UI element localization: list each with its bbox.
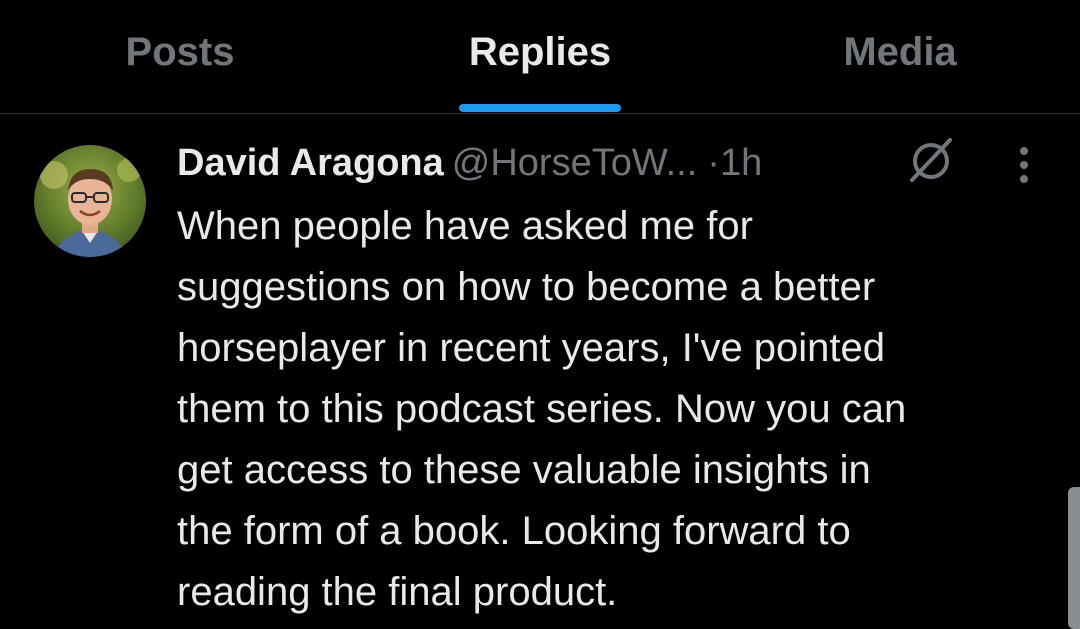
tab-replies-label: Replies	[468, 30, 612, 74]
scrollbar[interactable]	[1068, 487, 1080, 629]
more-options-icon[interactable]	[1006, 143, 1042, 187]
active-tab-indicator	[459, 104, 621, 112]
separator-dot: ·	[707, 142, 720, 184]
tab-media[interactable]: Media	[780, 0, 1020, 114]
tab-posts-label: Posts	[125, 30, 235, 74]
tweet-text: When people have asked me for suggestion…	[177, 204, 907, 614]
tab-replies[interactable]: Replies	[420, 0, 660, 114]
tab-media-label: Media	[843, 30, 957, 74]
tweet-header: David Aragona @HorseToW... ·1h	[177, 139, 977, 187]
timestamp[interactable]: 1h	[720, 142, 762, 184]
grok-icon[interactable]	[904, 134, 956, 186]
author-handle[interactable]: @HorseToW...	[452, 142, 698, 184]
avatar[interactable]	[34, 145, 146, 257]
profile-tabs: Posts Replies Media	[0, 0, 1080, 114]
tab-posts[interactable]: Posts	[60, 0, 300, 114]
author-name[interactable]: David Aragona	[177, 142, 444, 184]
tweet[interactable]: David Aragona @HorseToW... ·1h When people…	[0, 115, 1080, 629]
